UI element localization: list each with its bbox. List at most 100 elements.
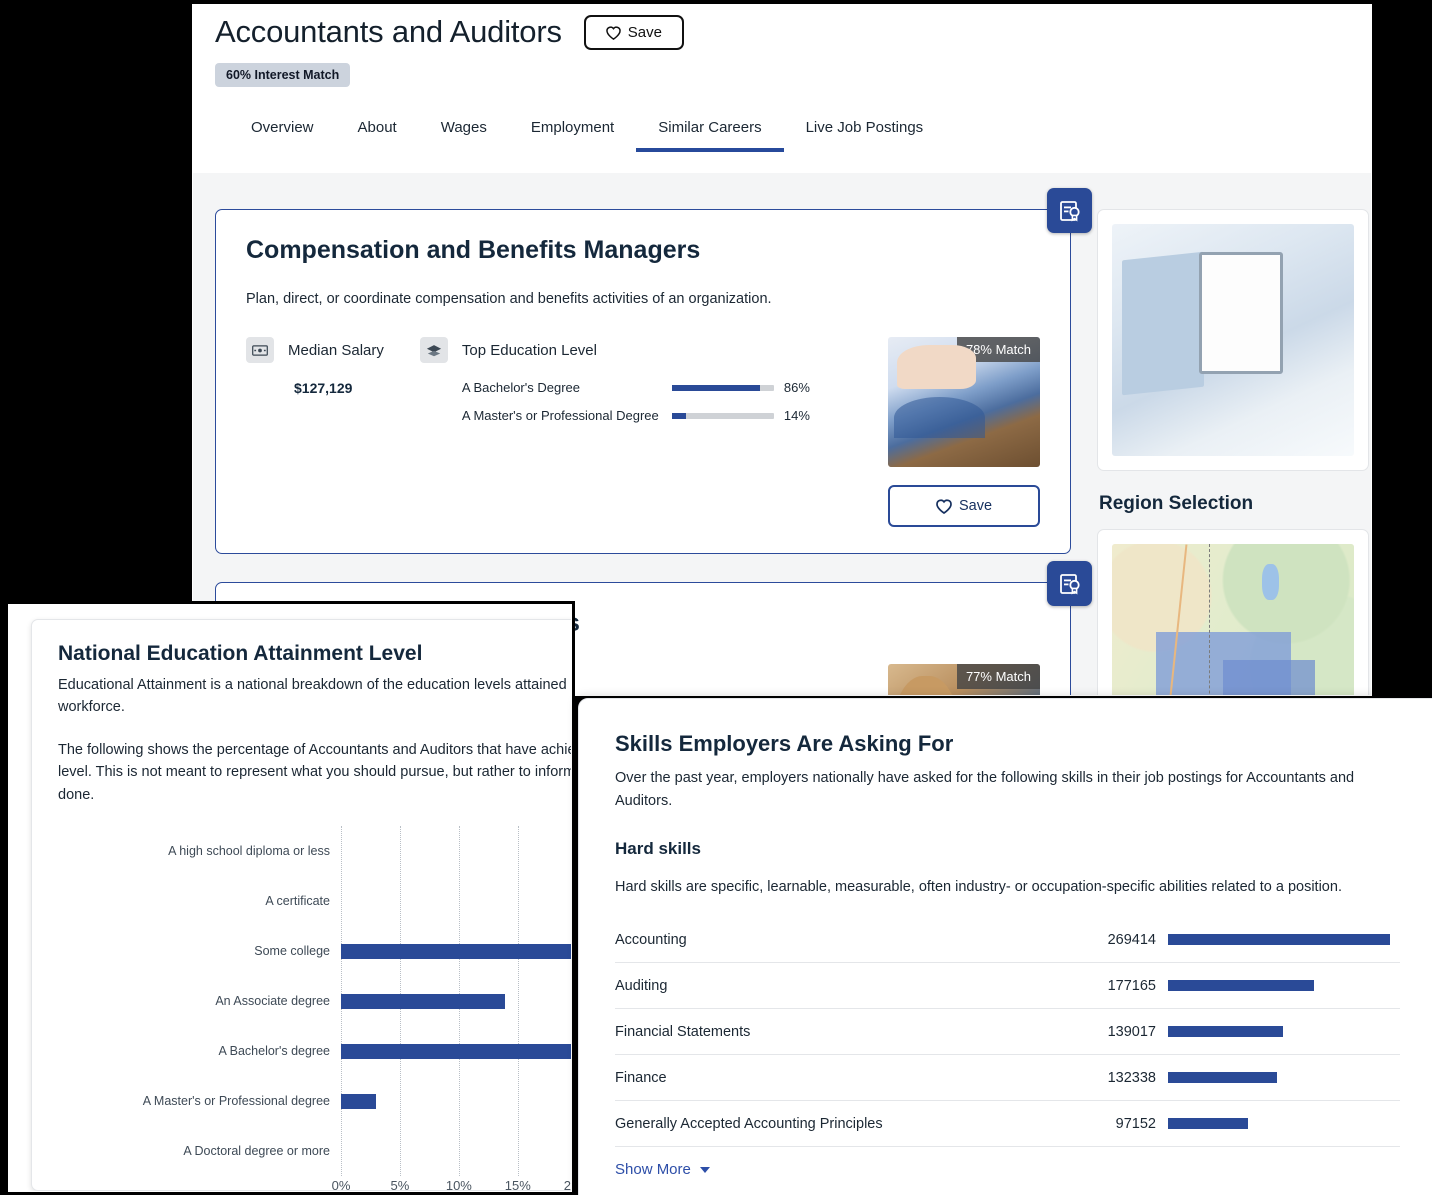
education-level-name: A Bachelor's Degree — [461, 380, 580, 395]
region-map[interactable] — [1112, 544, 1354, 695]
chart-bar — [341, 993, 505, 1009]
chart-bar — [341, 1043, 571, 1059]
page-title: Accountants and Auditors — [215, 14, 562, 50]
skills-panel-intro: Over the past year, employers nationally… — [615, 770, 1355, 810]
interest-match-badge: 60% Interest Match — [215, 63, 351, 87]
education-level-percent: 14% — [783, 408, 810, 423]
save-career-button[interactable]: Save — [888, 485, 1040, 527]
skill-count: 132338 — [1107, 1069, 1156, 1086]
chart-bar — [341, 1093, 377, 1109]
career-card[interactable]: Compensation and Benefits Managers Plan,… — [215, 188, 1092, 554]
skills-panel-heading: Skills Employers Are Asking For — [615, 731, 954, 756]
education-level-percent: 86% — [783, 380, 810, 395]
education-panel-heading: National Education Attainment Level — [58, 642, 423, 665]
skill-name: Auditing — [615, 977, 668, 994]
tab-about[interactable]: About — [336, 109, 419, 152]
skills-panel-window: Skills Employers Are Asking For Over the… — [578, 698, 1432, 1195]
tab-overview[interactable]: Overview — [229, 109, 336, 152]
hard-skills-description: Hard skills are specific, learnable, mea… — [615, 879, 1342, 896]
education-panel-paragraph-1: Educational Attainment is a national bre… — [58, 677, 571, 716]
chart-category-label: A Doctoral degree or more — [183, 1144, 330, 1159]
chart-bar-row — [341, 926, 571, 976]
education-level-list: A Bachelor's Degree 86% A Master's or Pr… — [462, 380, 818, 423]
tab-employment[interactable]: Employment — [509, 109, 636, 152]
skill-bar-track — [1168, 1118, 1400, 1130]
chart-bar — [341, 943, 571, 959]
hard-skills-table: Accounting 269414 Auditing 177165 Financial … — [615, 917, 1400, 1148]
skill-bar-track — [1168, 1026, 1400, 1038]
skill-row: Financial Statements 139017 — [615, 1009, 1400, 1056]
education-level-row: A Master's or Professional Degree 14% — [462, 408, 818, 423]
skill-row: Accounting 269414 — [615, 917, 1400, 964]
certificate-icon — [1047, 188, 1092, 233]
chart-x-tick-label: 10% — [445, 1178, 472, 1191]
chart-x-tick-label: 5% — [390, 1178, 410, 1191]
graduation-cap-icon — [419, 337, 448, 363]
match-badge: 78% Match — [956, 337, 1040, 362]
tab-wages[interactable]: Wages — [419, 109, 509, 152]
skill-count: 177165 — [1107, 977, 1156, 994]
heart-icon — [605, 25, 621, 40]
median-salary-label: Median Salary — [288, 341, 384, 359]
chart-bar-row — [341, 1026, 571, 1076]
chevron-down-icon — [699, 1166, 710, 1173]
chart-bars — [341, 826, 571, 1176]
education-level-row: A Bachelor's Degree 86% — [462, 380, 818, 395]
skill-count: 269414 — [1107, 931, 1156, 948]
chart-category-labels: A high school diploma or less A certifica… — [58, 826, 340, 1176]
skill-bar-track — [1168, 1072, 1400, 1084]
money-icon — [246, 337, 274, 363]
median-salary-value: $127,129 — [294, 380, 353, 396]
education-level-name: A Master's or Professional Degree — [461, 408, 659, 423]
median-salary-block: Median Salary $127,129 — [246, 337, 384, 436]
skill-count: 97152 — [1115, 1115, 1156, 1132]
chart-category-label: Some college — [254, 944, 330, 959]
skill-row: Auditing 177165 — [615, 963, 1400, 1010]
career-title: Compensation and Benefits Managers — [246, 236, 701, 264]
top-education-label: Top Education Level — [461, 341, 597, 359]
career-description: Plan, direct, or coordinate compensation… — [246, 291, 772, 307]
skill-name: Accounting — [615, 931, 687, 948]
chart-bar-row — [341, 1076, 571, 1126]
skill-row: Finance 132338 — [615, 1055, 1400, 1102]
accounting-desk-photo — [1112, 224, 1354, 456]
skill-bar — [1168, 1072, 1278, 1084]
save-occupation-button[interactable]: Save — [583, 15, 684, 50]
region-map-card[interactable] — [1097, 529, 1369, 695]
chart-bar-row — [341, 976, 571, 1026]
tab-similar-careers[interactable]: Similar Careers — [636, 109, 784, 152]
chart-x-tick-label: 0% — [331, 1178, 351, 1191]
skill-name: Financial Statements — [615, 1023, 751, 1040]
chart-plot-area — [341, 826, 571, 1177]
save-career-label: Save — [958, 498, 993, 514]
region-selection-heading: Region Selection — [1099, 493, 1254, 514]
skill-bar-track — [1168, 980, 1400, 992]
show-more-button[interactable]: Show More — [615, 1161, 710, 1178]
tab-live-job-postings[interactable]: Live Job Postings — [784, 109, 946, 152]
skill-name: Generally Accepted Accounting Principles — [615, 1115, 883, 1132]
hard-skills-heading: Hard skills — [615, 839, 701, 859]
chart-category-label: A Bachelor's degree — [218, 1044, 331, 1059]
skill-bar — [1168, 1118, 1249, 1130]
match-badge: 77% Match — [956, 664, 1040, 689]
chart-x-tick-label: 20% — [563, 1178, 571, 1191]
chart-bar-row — [341, 1126, 571, 1176]
chart-category-label: A certificate — [265, 894, 330, 909]
chart-category-label: A Master's or Professional degree — [142, 1094, 330, 1109]
education-level-bar — [671, 412, 774, 419]
chart-category-label: A high school diploma or less — [168, 844, 330, 859]
skill-bar — [1168, 980, 1314, 992]
skill-bar — [1168, 934, 1390, 946]
skill-row: Generally Accepted Accounting Principles… — [615, 1101, 1400, 1148]
show-more-label: Show More — [615, 1161, 691, 1179]
skill-count: 139017 — [1107, 1023, 1156, 1040]
save-occupation-label: Save — [627, 24, 662, 41]
skill-bar-track — [1168, 934, 1400, 946]
top-education-block: Top Education Level A Bachelor's Degree … — [419, 337, 818, 436]
education-attainment-chart: A high school diploma or less A certifica… — [58, 826, 571, 1191]
heart-icon — [936, 499, 952, 514]
skill-name: Finance — [615, 1069, 667, 1086]
screen: Accountants and Auditors Save 60% Intere… — [0, 0, 1432, 1195]
chart-x-axis: 0% 5% 10% 15% 20% — [332, 1178, 571, 1191]
occupation-image-card — [1097, 209, 1369, 471]
